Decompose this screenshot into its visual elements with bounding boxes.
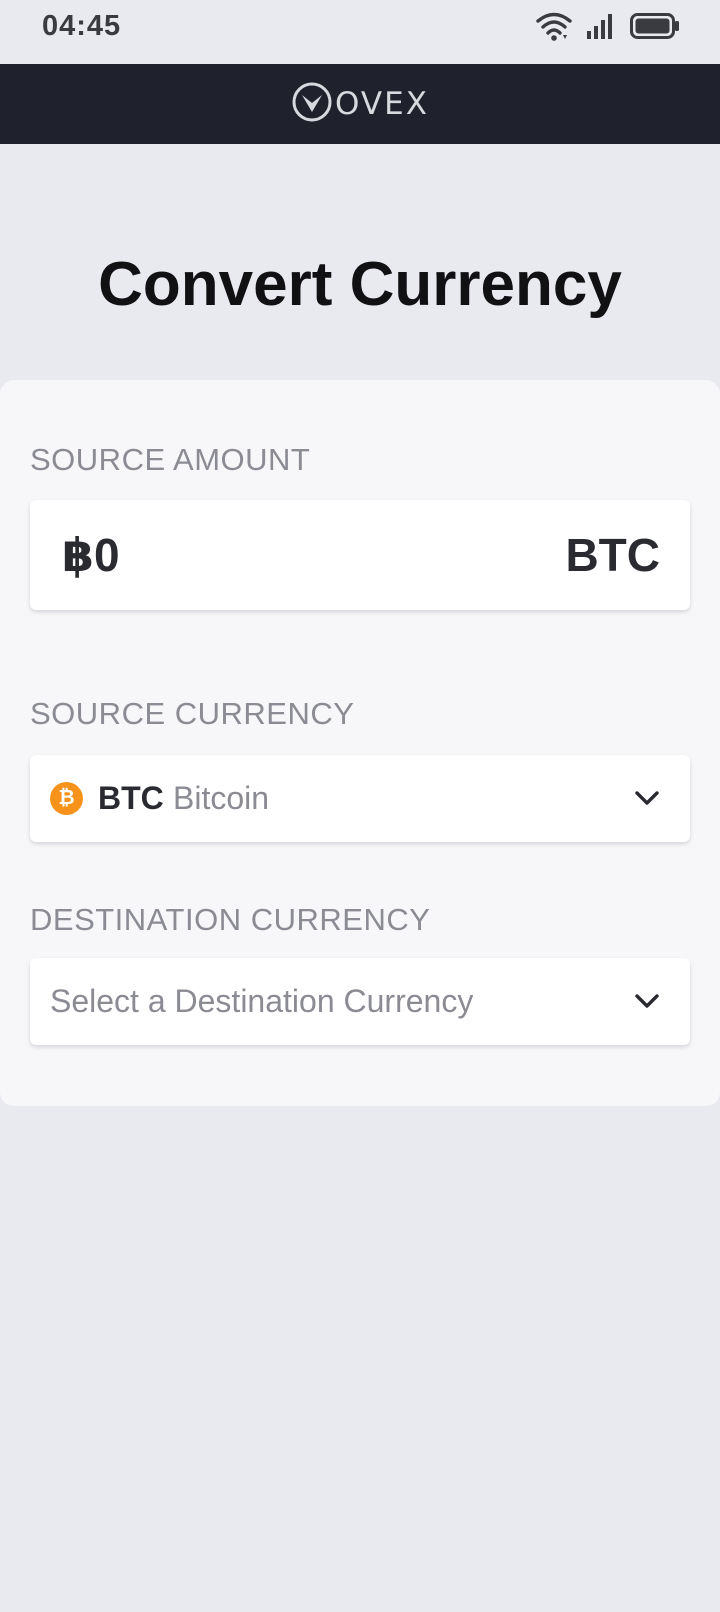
chevron-down-icon [634,785,660,811]
status-icons [536,10,680,46]
source-currency-select[interactable]: ₿ BTC Bitcoin [30,755,690,842]
bitcoin-icon: ₿ [50,782,83,815]
page-title: Convert Currency [98,250,622,319]
convert-form-card: SOURCE AMOUNT ฿0 BTC SOURCE CURRENCY ₿ B… [0,380,720,1106]
ovex-logo[interactable]: OVEX [291,81,429,128]
status-time: 04:45 [42,10,122,42]
battery-icon [630,12,680,45]
source-amount-value: ฿0 [62,529,120,581]
ovex-logo-icon [291,81,333,128]
logo-text: OVEX [335,86,429,122]
chevron-down-icon [634,988,660,1014]
signal-icon [586,12,616,45]
destination-currency-select[interactable]: Select a Destination Currency [30,958,690,1045]
source-currency-name: Bitcoin [173,780,270,816]
app-header: OVEX [0,64,720,144]
source-currency-code: BTC [98,780,164,816]
destination-currency-label: DESTINATION CURRENCY [30,902,431,937]
status-bar: 04:45 [0,0,720,64]
source-amount-input[interactable]: ฿0 BTC [30,500,690,610]
source-currency-label: SOURCE CURRENCY [30,696,355,731]
source-amount-label: SOURCE AMOUNT [30,442,311,477]
wifi-icon [536,11,572,46]
destination-currency-placeholder: Select a Destination Currency [50,983,474,1019]
source-amount-unit: BTC [565,529,660,581]
